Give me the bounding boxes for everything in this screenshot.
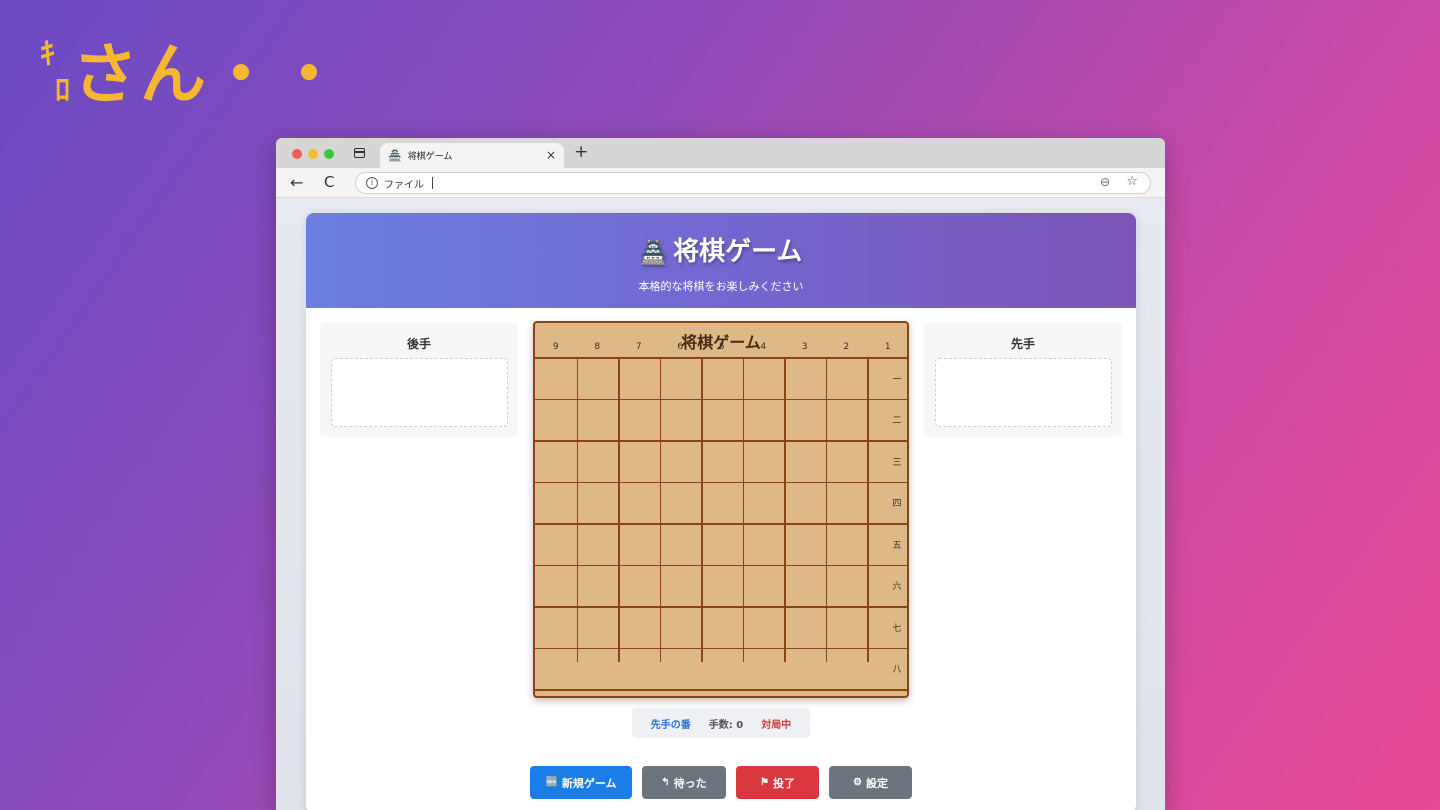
column-number: 4	[760, 342, 767, 352]
board-grid-line	[535, 523, 909, 525]
tab-bar: 🏯 将棋ゲーム × +	[276, 138, 1165, 168]
undo-icon: ↰	[661, 777, 670, 788]
shogi-app: 🏯 将棋ゲーム 本格的な将棋をお楽しみください 後手 将棋ゲーム 9 8 7 6 5 4 3 2…	[306, 213, 1136, 810]
board-grid-line	[535, 357, 909, 359]
board-grid-line	[535, 606, 909, 608]
gote-captured-pieces[interactable]	[331, 358, 508, 427]
board-grid-line	[535, 647, 909, 649]
board-grid-line	[535, 398, 909, 400]
board-grid-line	[576, 357, 578, 662]
page-title: 🏯 将棋ゲーム	[306, 213, 1136, 268]
text-caret	[432, 177, 433, 189]
turn-indicator: 先手の番	[650, 719, 691, 731]
flag-icon: ⚑	[760, 777, 769, 788]
resign-button[interactable]: ⚑ 投了	[736, 766, 819, 799]
page-title-text: 将棋ゲーム	[673, 237, 803, 267]
column-number: 6	[677, 342, 684, 352]
gote-label: 後手	[406, 337, 431, 351]
shogi-board[interactable]: 将棋ゲーム 987654321一二三四五六七八	[533, 321, 909, 698]
column-number: 8	[594, 342, 601, 352]
column-number: 3	[801, 342, 808, 352]
castle-icon: 🏯	[639, 241, 668, 266]
resign-label: 投了	[772, 777, 795, 790]
column-number: 5	[718, 342, 725, 352]
board-grid-line	[784, 357, 786, 662]
undo-button[interactable]: ↰ 待った	[642, 766, 726, 799]
slide-title-main: さん・・	[72, 36, 344, 113]
board-grid-line	[535, 689, 909, 691]
castle-icon: 🏯	[388, 149, 402, 162]
new-game-button[interactable]: 🆕 新規ゲーム	[530, 766, 632, 799]
board-grid-line	[618, 357, 620, 662]
gear-icon: ⚙	[853, 777, 862, 788]
row-number: 三	[892, 457, 902, 468]
url-input[interactable]: i ファイル ⊖ ☆	[355, 172, 1151, 194]
close-window-button[interactable]	[292, 149, 302, 159]
column-number: 1	[884, 342, 891, 352]
new-tab-button[interactable]: +	[574, 142, 588, 162]
board-grid-line	[701, 357, 703, 662]
settings-label: 設定	[865, 777, 888, 790]
board-grid-line	[867, 357, 869, 662]
board-grid-line	[659, 357, 661, 662]
close-tab-icon[interactable]: ×	[546, 148, 556, 162]
zoom-icon[interactable]: ⊖	[1100, 175, 1110, 189]
slide-title-small-2: ﾛ	[55, 73, 70, 108]
info-icon[interactable]: i	[366, 177, 378, 189]
reload-icon[interactable]: C	[324, 173, 334, 191]
sente-captured-pieces[interactable]	[935, 358, 1112, 427]
game-state: 対局中	[761, 719, 792, 731]
slide-title-small-1: ｷ	[40, 37, 55, 72]
url-scheme: ファイル	[384, 179, 424, 191]
row-number: 二	[892, 416, 902, 427]
game-status: 先手の番 手数: 0 対局中	[632, 708, 810, 738]
sidebar-toggle-icon[interactable]	[354, 148, 365, 158]
maximize-window-button[interactable]	[324, 149, 334, 159]
row-number: 七	[892, 623, 902, 634]
browser-tab[interactable]: 🏯 将棋ゲーム ×	[380, 143, 564, 168]
address-bar: ← C i ファイル ⊖ ☆	[276, 168, 1165, 198]
page-subtitle: 本格的な将棋をお楽しみください	[638, 280, 804, 293]
column-number: 2	[843, 342, 850, 352]
board-grid-line	[535, 481, 909, 483]
tab-title: 将棋ゲーム	[407, 152, 453, 162]
row-number: 六	[892, 582, 902, 593]
page-viewport: 🏯 将棋ゲーム 本格的な将棋をお楽しみください 後手 将棋ゲーム 9 8 7 6 5 4 3 2…	[276, 199, 1165, 810]
new-icon: 🆕	[545, 777, 558, 788]
settings-button[interactable]: ⚙ 設定	[829, 766, 912, 799]
app-header: 🏯 将棋ゲーム 本格的な将棋をお楽しみください	[306, 213, 1136, 308]
slide-title: ｷ ﾛ さん・・	[40, 40, 344, 108]
sente-label: 先手	[1010, 337, 1035, 351]
board-grid-line	[535, 440, 909, 442]
undo-label: 待った	[673, 777, 707, 790]
column-number: 9	[552, 342, 559, 352]
back-arrow-icon[interactable]: ←	[290, 173, 303, 192]
sente-captured-panel: 先手	[924, 322, 1122, 437]
board-grid-line	[742, 357, 744, 662]
new-game-label: 新規ゲーム	[561, 777, 617, 790]
browser-window: 🏯 将棋ゲーム × + ← C i ファイル ⊖ ☆ 🏯 将棋ゲーム 本格的な将棋…	[276, 138, 1165, 810]
column-number: 7	[635, 342, 642, 352]
move-count: 手数: 0	[708, 719, 744, 731]
gote-captured-panel: 後手	[320, 322, 518, 437]
bookmark-star-icon[interactable]: ☆	[1126, 174, 1138, 189]
row-number: 四	[892, 499, 902, 510]
board-grid-line	[535, 564, 909, 566]
row-number: 八	[892, 665, 902, 676]
minimize-window-button[interactable]	[308, 149, 318, 159]
row-number: 一	[892, 374, 902, 385]
row-number: 五	[892, 540, 902, 551]
board-grid-line	[825, 357, 827, 662]
